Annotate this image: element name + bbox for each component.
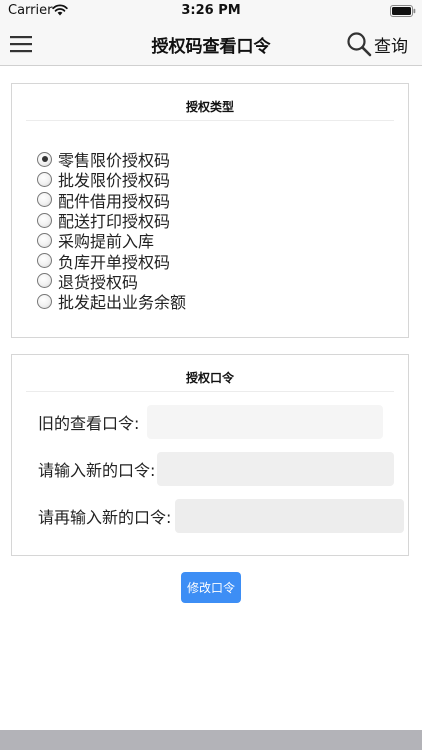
- auth-type-option[interactable]: 零售限价授权码: [37, 149, 186, 170]
- auth-type-option[interactable]: 批发限价授权码: [37, 169, 186, 190]
- auth-type-option[interactable]: 退货授权码: [37, 271, 186, 292]
- radio-unchecked-icon[interactable]: [37, 232, 52, 248]
- password-header: 授权口令: [26, 355, 394, 392]
- auth-type-panel: 授权类型 零售限价授权码 批发限价授权码 配件借用授权码 配送打印授权码 采购提前入库负…: [11, 83, 409, 338]
- new-password-label: 请输入新的口令:: [38, 461, 156, 480]
- radio-unchecked-icon[interactable]: [37, 293, 52, 309]
- query-label: 查询: [374, 36, 408, 57]
- bottom-bar: [0, 730, 422, 750]
- new-password-input[interactable]: [157, 452, 395, 486]
- radio-unchecked-icon[interactable]: [37, 273, 52, 289]
- auth-type-option[interactable]: 采购提前入库: [37, 230, 186, 251]
- battery-icon: [390, 5, 416, 17]
- radio-checked-icon[interactable]: [37, 151, 52, 167]
- auth-type-option[interactable]: 负库开单授权码: [37, 250, 186, 272]
- search-icon: [347, 32, 372, 57]
- old-password-input[interactable]: [147, 405, 384, 439]
- status-bar: Carrier 3:26 PM: [0, 0, 422, 22]
- auth-type-header: 授权类型: [26, 84, 394, 121]
- radio-unchecked-icon[interactable]: [37, 192, 52, 208]
- old-password-label: 旧的查看口令:: [38, 414, 140, 433]
- new-password-row: 请输入新的口令:: [38, 452, 395, 486]
- status-time: 3:26 PM: [181, 3, 241, 18]
- auth-type-option[interactable]: 批发起出业务余额: [37, 291, 187, 313]
- old-password-row: 旧的查看口令:: [38, 405, 384, 439]
- auth-type-option[interactable]: 配件借用授权码: [37, 190, 186, 211]
- auth-type-option-label: 批发起出业务余额: [58, 293, 187, 313]
- password-panel: 授权口令 旧的查看口令: 请输入新的口令: 请再输入新的口令:: [11, 354, 409, 556]
- change-password-button[interactable]: 修改口令: [181, 572, 241, 603]
- radio-unchecked-icon[interactable]: [37, 253, 52, 269]
- query-button[interactable]: 查询: [346, 30, 408, 58]
- confirm-password-input[interactable]: [175, 499, 405, 533]
- confirm-password-row: 请再输入新的口令:: [38, 499, 405, 533]
- auth-type-option[interactable]: 配送打印授权码: [37, 210, 186, 231]
- confirm-password-label: 请再输入新的口令:: [38, 508, 172, 527]
- nav-bar: 授权码查看口令 查询: [0, 22, 422, 66]
- radio-unchecked-icon[interactable]: [37, 212, 52, 228]
- auth-type-radio-group: 零售限价授权码 批发限价授权码 配件借用授权码 配送打印授权码 采购提前入库 负库开单授权…: [37, 149, 187, 313]
- radio-unchecked-icon[interactable]: [37, 171, 52, 187]
